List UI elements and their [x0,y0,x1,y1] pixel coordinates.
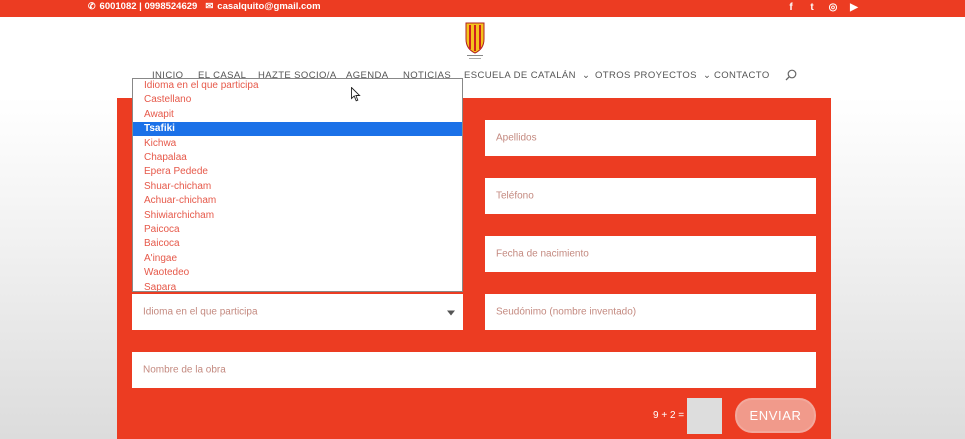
dropdown-option[interactable]: A'ingae [133,252,462,266]
chevron-down-icon: ⌄ [702,70,712,81]
apellidos-placeholder: Apellidos [496,132,537,144]
search-icon[interactable] [785,69,797,81]
mouse-cursor-icon [351,87,361,102]
fecha-nacimiento-placeholder: Fecha de nacimiento [496,248,589,260]
seudonimo-placeholder: Seudónimo (nombre inventado) [496,306,637,318]
idioma-select-value: Idioma en el que participa [143,306,258,318]
seudonimo-field[interactable]: Seudónimo (nombre inventado) [485,294,816,330]
dropdown-option[interactable]: Epera Pedede [133,165,462,179]
dropdown-option[interactable]: Idioma en el que participa [133,79,462,93]
dropdown-option[interactable]: Paicoca [133,223,462,237]
nombre-obra-field[interactable]: Nombre de la obra [132,352,816,388]
captcha-label: 9 + 2 = [653,410,685,421]
email-icon: ✉ [205,1,214,12]
dropdown-option[interactable]: Shiwiarchicham [133,209,462,223]
facebook-icon[interactable]: f [785,1,797,15]
contact-info: ✆ 6001082 | 0998524629 ✉ casalquito@gmai… [88,1,321,12]
social-links: f t ◎ ▶ [785,1,860,15]
enviar-button[interactable]: ENVIAR [735,398,816,433]
nav-item-otros-proyectos[interactable]: OTROS PROYECTOS ⌄ [595,70,711,81]
captcha-input[interactable] [687,398,722,434]
nav-item-escuela-de-catalan[interactable]: ESCUELA DE CATALÁN ⌄ [464,70,590,81]
telefono-placeholder: Teléfono [496,190,534,202]
top-bar: ✆ 6001082 | 0998524629 ✉ casalquito@gmai… [0,0,965,17]
dropdown-option[interactable]: Baicoca [133,237,462,251]
dropdown-option[interactable]: Kichwa [133,137,462,151]
apellidos-field[interactable]: Apellidos [485,120,816,156]
fecha-nacimiento-field[interactable]: Fecha de nacimiento [485,236,816,272]
dropdown-option[interactable]: Chapalaa [133,151,462,165]
dropdown-option[interactable]: Awapit [133,108,462,122]
casal-logo[interactable] [463,21,487,61]
chevron-down-icon: ⌄ [581,70,591,81]
twitter-icon[interactable]: t [806,1,818,15]
phone-icon: ✆ [88,1,96,11]
idioma-dropdown-list[interactable]: Idioma en el que participa Castellano Aw… [132,78,463,292]
phone-numbers: 6001082 | 0998524629 [99,1,198,12]
telefono-field[interactable]: Teléfono [485,178,816,214]
idioma-select[interactable]: Idioma en el que participa [132,294,463,330]
dropdown-option[interactable]: Achuar-chicham [133,194,462,208]
nombre-obra-placeholder: Nombre de la obra [143,364,226,376]
dropdown-option[interactable]: Shuar-chicham [133,180,462,194]
nav-item-label: OTROS PROYECTOS [595,70,697,81]
dropdown-option[interactable]: Sapara [133,281,462,291]
dropdown-arrow-icon [447,310,455,316]
dropdown-option[interactable]: Castellano [133,93,462,107]
nav-item-contacto[interactable]: CONTACTO [714,70,770,81]
dropdown-option[interactable]: Waotedeo [133,266,462,280]
dropdown-option-selected[interactable]: Tsafiki [133,122,462,137]
email-address[interactable]: casalquito@gmail.com [217,1,320,12]
nav-item-label: ESCUELA DE CATALÁN [464,70,576,81]
instagram-icon[interactable]: ◎ [827,1,839,15]
youtube-icon[interactable]: ▶ [848,1,860,15]
